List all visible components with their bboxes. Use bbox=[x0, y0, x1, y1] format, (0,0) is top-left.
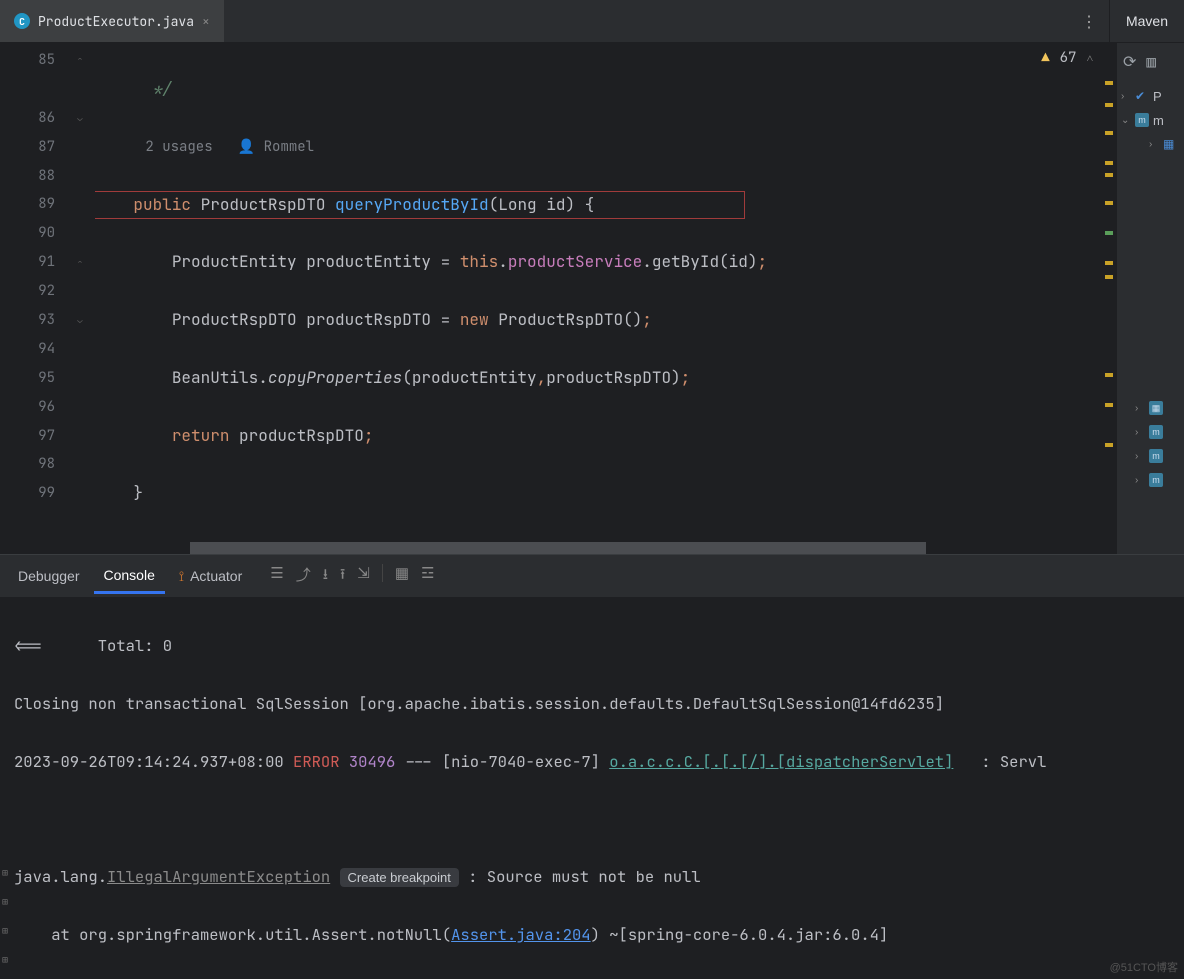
editor-tab-bar: C ProductExecutor.java × ⋮ Maven bbox=[0, 0, 1184, 43]
separator bbox=[382, 564, 383, 582]
expand-icon[interactable]: ⊞ bbox=[2, 953, 8, 966]
download-icon[interactable]: ⭳ bbox=[323, 564, 328, 589]
console-output[interactable]: <== Total: 0 Closing non transactional S… bbox=[0, 597, 1184, 979]
console-line: Closing non transactional SqlSession [or… bbox=[14, 690, 1184, 719]
author-hint[interactable]: Rommel bbox=[264, 138, 314, 156]
expand-icon[interactable]: › bbox=[1149, 139, 1159, 150]
maven-project-tree[interactable]: ›✔P ⌄mm ›▦ ›▦ ›m ›m ›m bbox=[1117, 80, 1184, 554]
tab-actuator[interactable]: ⟟Actuator bbox=[169, 560, 252, 593]
console-line: java.lang.IllegalArgumentException Creat… bbox=[14, 863, 1184, 892]
maven-module-icon: m bbox=[1149, 473, 1163, 487]
maven-tool-window-button[interactable]: Maven bbox=[1109, 0, 1184, 42]
warning-count: 67 bbox=[1060, 49, 1077, 67]
tab-filename: ProductExecutor.java bbox=[38, 13, 194, 30]
console-line: <== Total: 0 bbox=[14, 632, 1184, 661]
tree-node-label: P bbox=[1153, 89, 1162, 104]
debug-tool-window: Debugger Console ⟟Actuator ☰ ⤴ ⭳ ⭱ ⇲ ▦ ☲… bbox=[0, 554, 1184, 979]
console-fold-gutter: ⊞ ⊞ ⊞ ⊞ bbox=[0, 597, 14, 979]
exception-link[interactable]: IllegalArgumentException bbox=[107, 866, 330, 887]
usages-hint[interactable]: 2 usages bbox=[145, 138, 212, 156]
actuator-icon: ⟟ bbox=[179, 568, 184, 585]
console-line: 2023-09-26T09:14:24.937+08:00 ERROR 3049… bbox=[14, 748, 1184, 777]
list-icon[interactable]: ☲ bbox=[421, 564, 434, 589]
add-maven-icon[interactable]: ▥ bbox=[1146, 51, 1156, 72]
code-editor[interactable]: 85 86 87 88 89 90 91 92 93 94 95 96 97 9… bbox=[0, 43, 1116, 554]
expand-icon[interactable]: ⊞ bbox=[2, 866, 8, 879]
maven-module-icon: m bbox=[1149, 449, 1163, 463]
expand-icon[interactable]: › bbox=[1135, 427, 1145, 438]
debug-tabs: Debugger Console ⟟Actuator ☰ ⤴ ⭳ ⭱ ⇲ ▦ ☲ bbox=[0, 555, 1184, 597]
tab-bar-menu-icon[interactable]: ⋮ bbox=[1069, 11, 1109, 32]
class-file-icon: C bbox=[14, 13, 30, 29]
collapse-icon[interactable]: ⌄ bbox=[1121, 115, 1131, 126]
table-icon[interactable]: ▦ bbox=[395, 564, 409, 589]
editor-horizontal-scrollbar[interactable] bbox=[190, 542, 1088, 554]
maven-module-icon: ▦ bbox=[1149, 401, 1163, 415]
line-number-gutter: 85 86 87 88 89 90 91 92 93 94 95 96 97 9… bbox=[0, 43, 65, 554]
maven-module-icon: m bbox=[1149, 425, 1163, 439]
expand-icon[interactable]: › bbox=[1135, 403, 1145, 414]
expand-icon[interactable]: › bbox=[1121, 91, 1131, 102]
soft-wrap-icon[interactable]: ☰ bbox=[270, 564, 283, 589]
refresh-icon[interactable]: ⟳ bbox=[1123, 51, 1136, 72]
warning-icon: ▲ bbox=[1041, 49, 1049, 67]
file-tab[interactable]: C ProductExecutor.java × bbox=[0, 0, 224, 42]
prev-highlight-icon[interactable]: ˄ bbox=[1086, 50, 1093, 66]
expand-icon[interactable]: › bbox=[1135, 475, 1145, 486]
filter-icon[interactable]: ⇲ bbox=[357, 564, 370, 589]
module-icon: ✔ bbox=[1135, 89, 1149, 103]
tree-node-label: m bbox=[1153, 113, 1164, 128]
error-stripe[interactable] bbox=[1102, 43, 1116, 554]
maven-module-icon: m bbox=[1135, 113, 1149, 127]
author-icon: 👤 bbox=[238, 138, 255, 156]
expand-icon[interactable]: › bbox=[1135, 451, 1145, 462]
tab-debugger[interactable]: Debugger bbox=[8, 560, 90, 592]
module-icon: ▦ bbox=[1163, 137, 1177, 151]
code-text-area[interactable]: */ 2 usages 👤 Rommel public ProductRspDT… bbox=[95, 43, 1102, 554]
watermark: @51CTO博客 bbox=[1110, 959, 1178, 975]
editor-inspection-status[interactable]: ▲ 67 ˄ ˅ bbox=[1041, 49, 1110, 67]
expand-icon[interactable]: ⊞ bbox=[2, 924, 8, 937]
fold-gutter: ⌃ ⌄ ⌃ ⌄ bbox=[65, 43, 95, 554]
create-breakpoint-button[interactable]: Create breakpoint bbox=[340, 868, 459, 887]
stack-link[interactable]: Assert.java:204 bbox=[451, 924, 591, 945]
scroll-to-end-icon[interactable]: ⤴ bbox=[296, 564, 311, 589]
close-tab-icon[interactable]: × bbox=[202, 13, 210, 30]
expand-icon[interactable]: ⊞ bbox=[2, 895, 8, 908]
console-line: at org.springframework.util.Assert.notNu… bbox=[14, 921, 1184, 950]
maven-tool-window: ⟳ ▥ ›✔P ⌄mm ›▦ ›▦ ›m ›m ›m bbox=[1116, 43, 1184, 554]
upload-icon[interactable]: ⭱ bbox=[340, 564, 345, 589]
tab-console[interactable]: Console bbox=[94, 559, 165, 594]
